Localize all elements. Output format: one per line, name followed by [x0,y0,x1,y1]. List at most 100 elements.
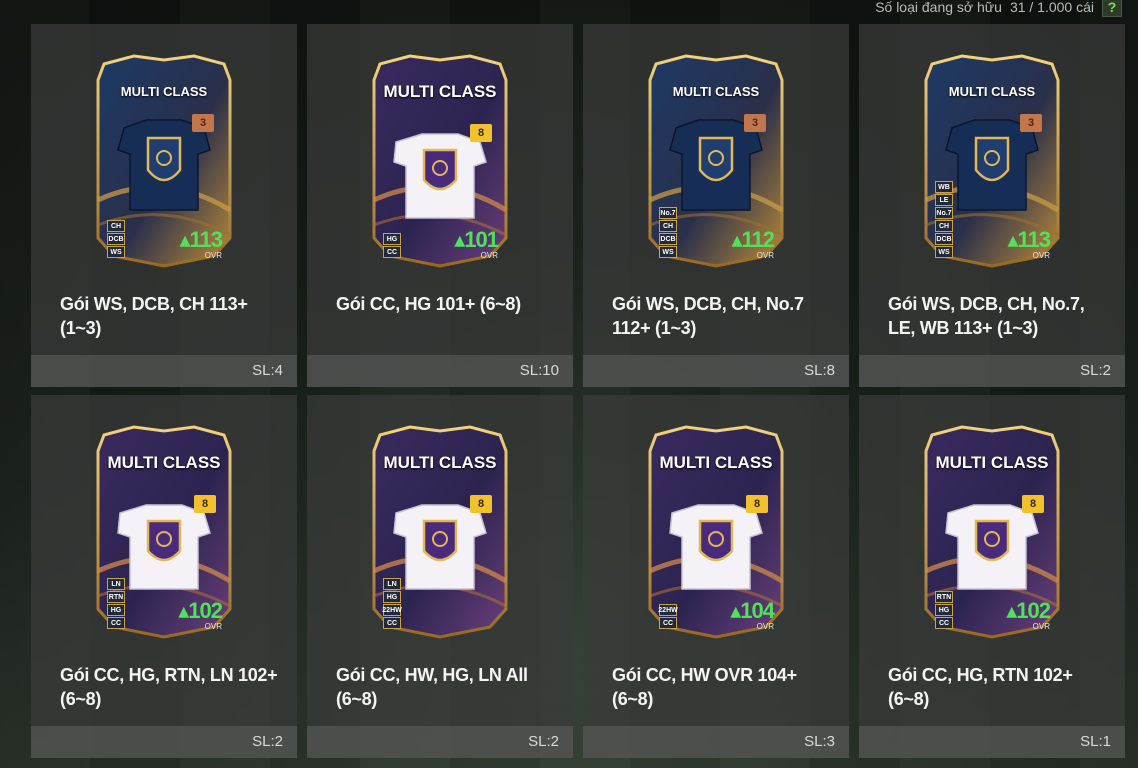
position-tag: No.7 [659,207,677,219]
position-tag: CH [659,220,677,232]
ovr-label: OVR [204,251,222,260]
grade-badge: 8 [470,495,492,513]
position-tag: WB [935,181,953,193]
position-tag: No.7 [935,207,953,219]
pack-grid: MULTI CLASS 3 CH DCB WS ▴113 OVR Gói WS, DCB, … [31,24,1125,758]
pack-card-art: MULTI CLASS 3 CH DCB WS ▴113 OVR [94,50,234,270]
pack-name: Gói CC, HG, RTN, LN 102+ (6~8) [60,665,278,709]
grade-badge: 8 [746,495,768,513]
position-list: LN HG 22HW CC [382,578,402,629]
position-tag: RTN [107,591,125,603]
owned-count: 31 / 1.000 cái [1009,0,1094,15]
ovr-value: ▴104 [730,598,775,623]
pack-quantity: SL:1 [859,726,1125,758]
card-title: MULTI CLASS [107,453,221,472]
pack-quantity: SL:3 [583,726,849,758]
grade-badge: 8 [470,124,492,142]
pack-quantity: SL:8 [583,355,849,387]
card-title: MULTI CLASS [672,84,760,99]
ovr-display: ▴101 OVR [454,227,499,261]
position-tag: CC [107,617,125,629]
ovr-display: ▴104 OVR [730,598,775,632]
position-tag: CC [383,246,401,258]
position-list: WB LE No.7 CH DCB WS [935,181,953,258]
pack-quantity: SL:10 [307,355,573,387]
ovr-value: ▴101 [454,227,499,252]
position-tag: LE [935,194,953,206]
pack-card-art: MULTI CLASS 8 HG CC ▴101 OVR [370,50,510,270]
position-tag: 22HW [658,604,678,616]
ovr-display: ▴102 OVR [1006,598,1051,632]
position-list: 22HW CC [658,604,678,629]
pack-tile[interactable]: MULTI CLASS 3 CH DCB WS ▴113 OVR Gói WS, DCB, … [31,24,297,387]
pack-quantity: SL:2 [859,355,1125,387]
pack-card-art: MULTI CLASS 8 22HW CC ▴104 OVR [646,421,786,641]
ovr-display: ▴113 OVR [179,227,223,261]
pack-name: Gói CC, HW OVR 104+ (6~8) [612,665,797,709]
owned-label: Số loại đang sở hữu [875,0,1002,15]
position-tag: HG [935,604,953,616]
position-tag: CH [935,220,953,232]
card-title: MULTI CLASS [935,453,1049,472]
position-list: RTN HG CC [935,591,953,629]
position-list: No.7 CH DCB WS [659,207,677,258]
ovr-display: ▴112 OVR [731,227,775,261]
position-tag: CC [383,617,401,629]
grade-badge: 3 [192,114,214,132]
grade-badge: 8 [1022,495,1044,513]
card-title: MULTI CLASS [383,453,497,472]
pack-name: Gói CC, HG, RTN 102+ (6~8) [888,665,1073,709]
pack-card-art: MULTI CLASS 8 LN RTN HG CC ▴102 OVR [94,421,234,641]
pack-name: Gói WS, DCB, CH, No.7 112+ (1~3) [612,294,804,338]
ovr-label: OVR [1032,251,1050,260]
ovr-value: ▴102 [1006,598,1051,623]
pack-name: Gói CC, HW, HG, LN All (6~8) [336,665,528,709]
pack-tile[interactable]: MULTI CLASS 8 RTN HG CC ▴102 OVR Gói CC, HG, R… [859,395,1125,758]
position-tag: 22HW [382,604,402,616]
grade-badge: 3 [744,114,766,132]
position-tag: DCB [107,233,125,245]
pack-card-art: MULTI CLASS 8 RTN HG CC ▴102 OVR [922,421,1062,641]
ovr-value: ▴113 [1007,227,1051,252]
pack-tile[interactable]: MULTI CLASS 8 22HW CC ▴104 OVR Gói CC, HW OVR… [583,395,849,758]
pack-quantity: SL:2 [31,726,297,758]
help-button[interactable]: ? [1102,0,1122,17]
owned-status-bar: Số loại đang sở hữu 31 / 1.000 cái ? [875,0,1122,18]
pack-name: Gói WS, DCB, CH, No.7, LE, WB 113+ (1~3) [888,294,1085,338]
position-list: CH DCB WS [107,220,125,258]
position-tag: HG [107,604,125,616]
pack-tile[interactable]: MULTI CLASS 8 LN RTN HG CC ▴102 OVR Gói CC, HG,… [31,395,297,758]
grade-badge: 8 [194,495,216,513]
ovr-label: OVR [480,251,498,260]
pack-tile[interactable]: MULTI CLASS 8 LN HG 22HW CC Gói CC, HW, HG, L… [307,395,573,758]
pack-card-art: MULTI CLASS 8 LN HG 22HW CC [370,421,510,641]
position-tag: CC [935,617,953,629]
ovr-value: ▴113 [179,227,223,252]
card-title: MULTI CLASS [120,84,208,99]
card-title: MULTI CLASS [383,82,497,101]
ovr-value: ▴112 [731,227,775,252]
position-tag: DCB [659,233,677,245]
ovr-label: OVR [1032,622,1050,631]
position-tag: HG [383,591,401,603]
ovr-value: ▴102 [178,598,223,623]
position-tag: CH [107,220,125,232]
position-tag: DCB [935,233,953,245]
pack-tile[interactable]: MULTI CLASS 8 HG CC ▴101 OVR Gói CC, HG 101+ … [307,24,573,387]
position-tag: WS [107,246,125,258]
pack-quantity: SL:4 [31,355,297,387]
pack-tile[interactable]: MULTI CLASS 3 WB LE No.7 CH DCB WS ▴113 OVR Gói W… [859,24,1125,387]
card-title: MULTI CLASS [659,453,773,472]
pack-quantity: SL:2 [307,726,573,758]
position-tag: WS [659,246,677,258]
position-tag: HG [383,233,401,245]
position-tag: LN [107,578,125,590]
ovr-label: OVR [756,251,774,260]
grade-badge: 3 [1020,114,1042,132]
card-title: MULTI CLASS [948,84,1036,99]
ovr-label: OVR [756,622,774,631]
pack-tile[interactable]: MULTI CLASS 3 No.7 CH DCB WS ▴112 OVR Gói WS, D… [583,24,849,387]
position-list: HG CC [383,233,401,258]
ovr-display: ▴113 OVR [1007,227,1051,261]
pack-card-art: MULTI CLASS 3 WB LE No.7 CH DCB WS ▴113 OVR [922,50,1062,270]
